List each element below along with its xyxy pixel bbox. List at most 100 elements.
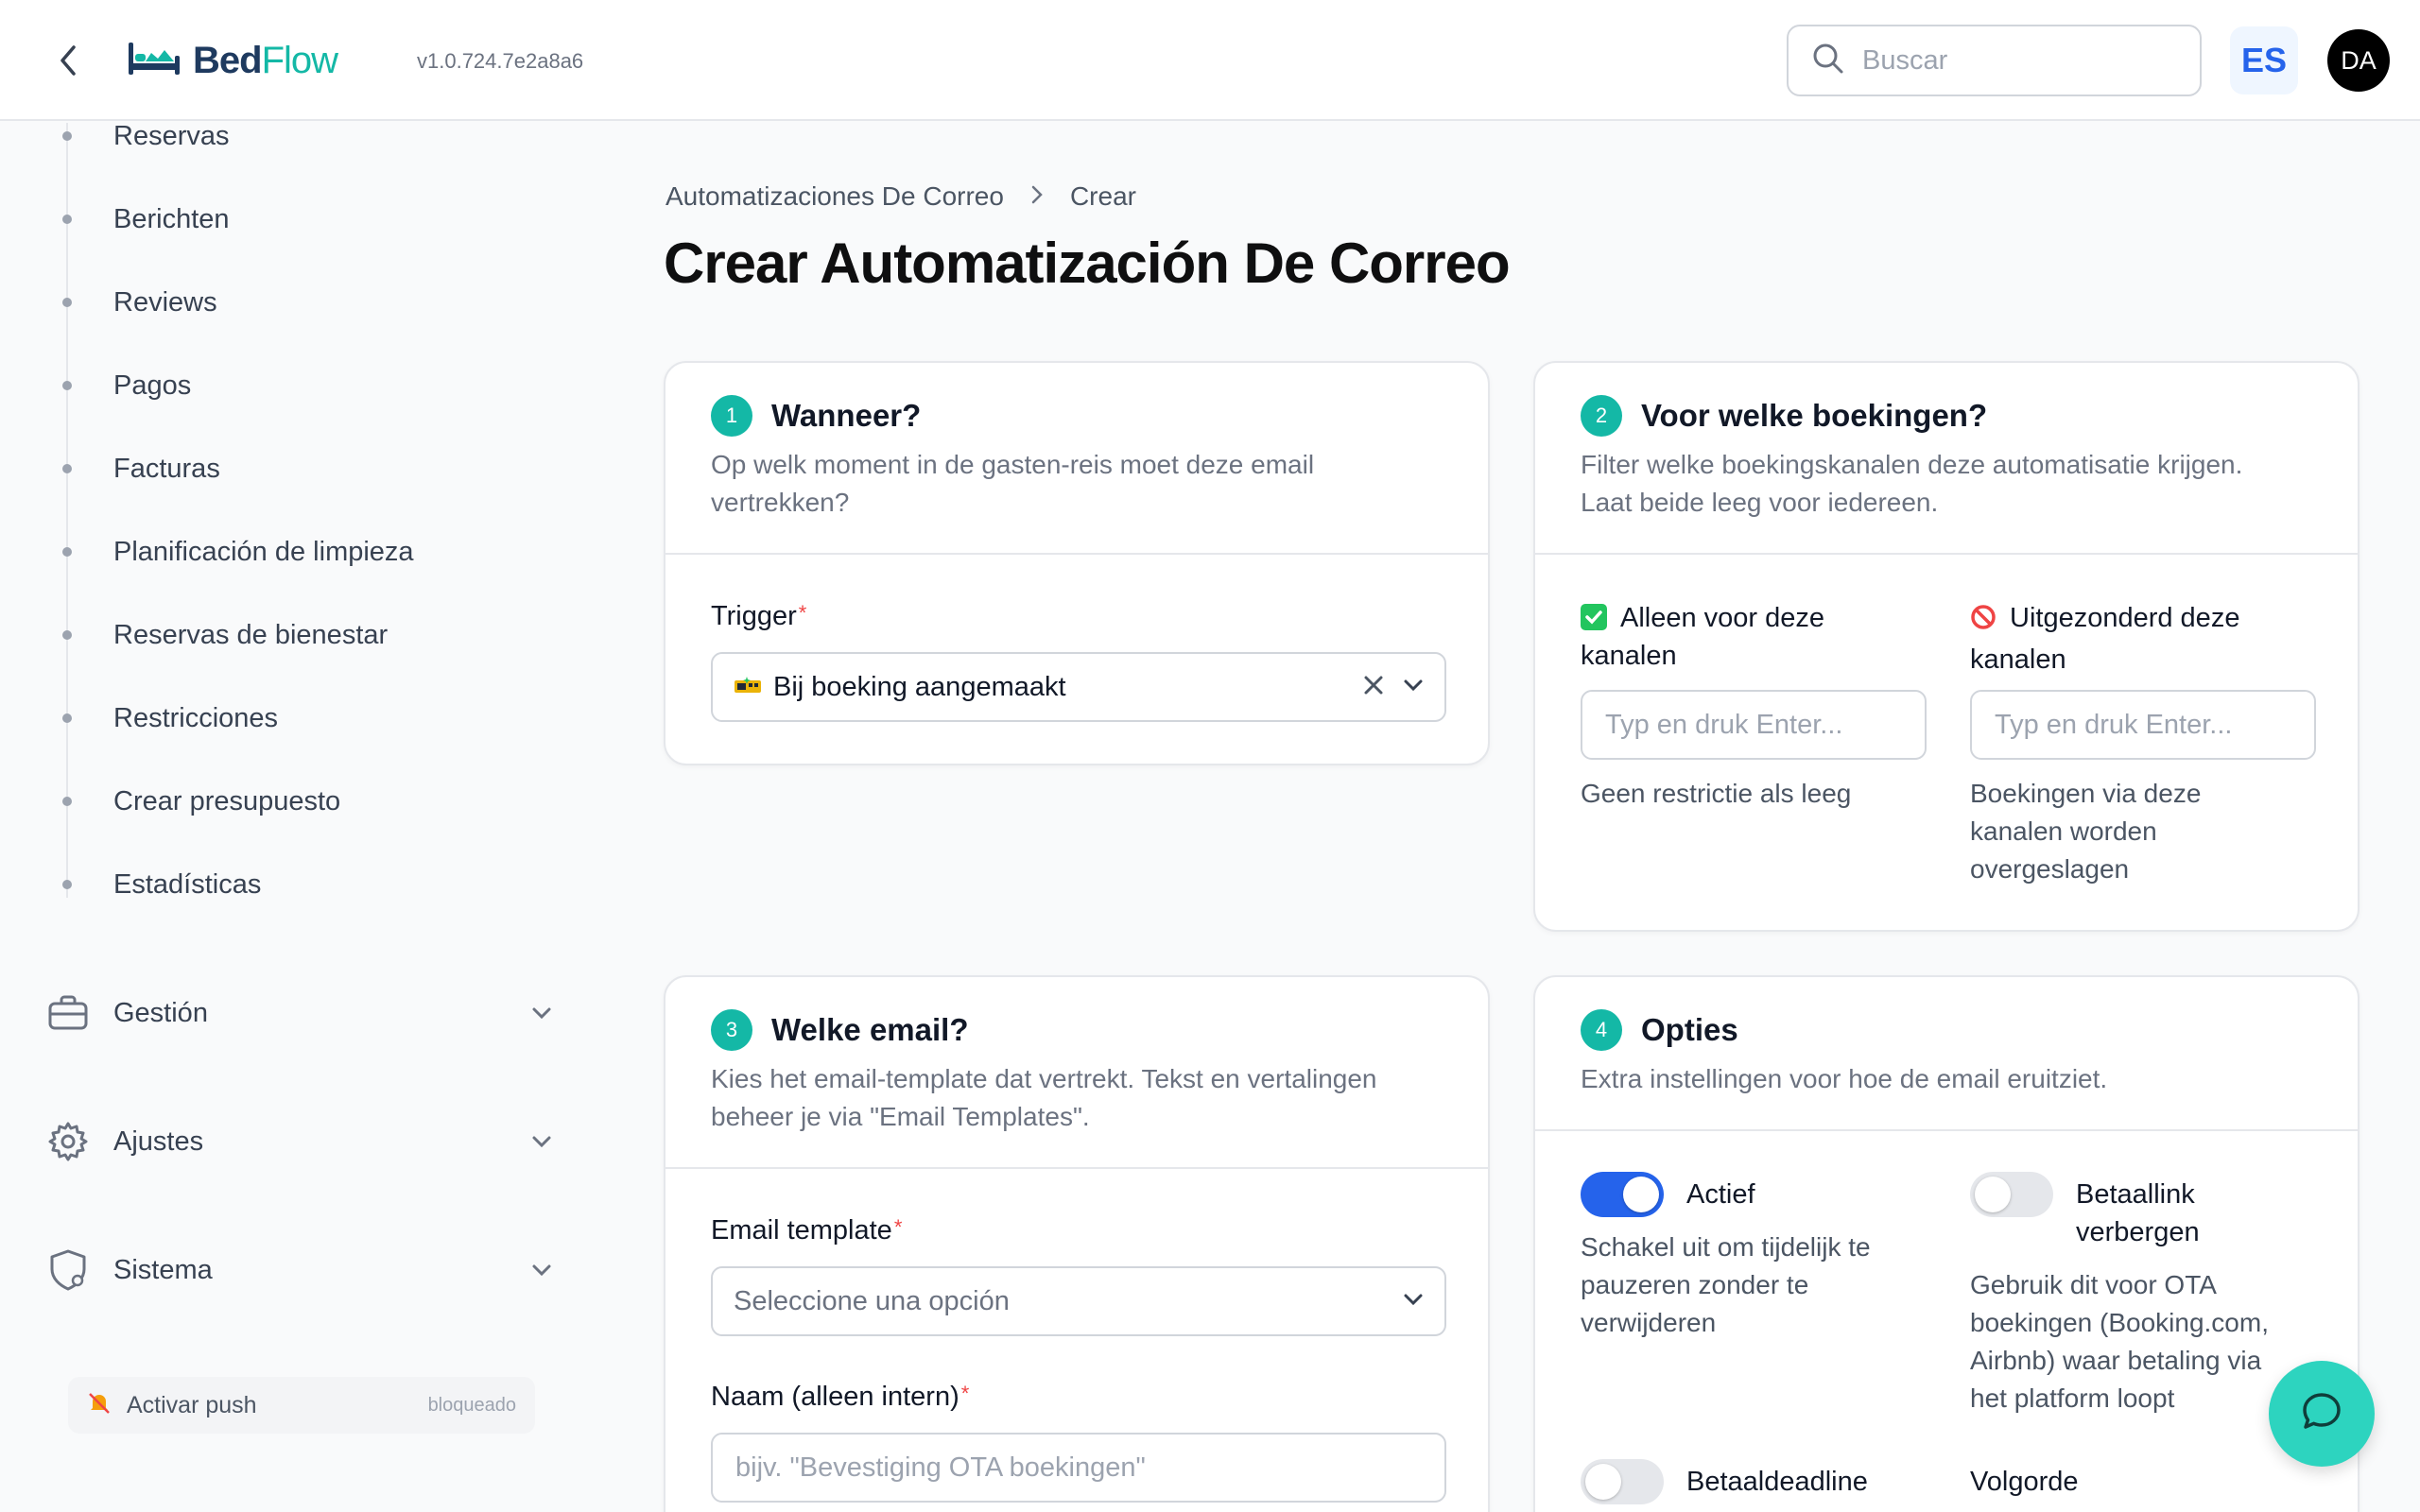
active-toggle[interactable] [1581,1172,1664,1217]
nav-bullet [62,630,72,640]
sidebar-item-limpieza[interactable]: Planificación de limpieza [113,531,414,573]
nav-bullet [62,880,72,889]
name-input[interactable] [711,1433,1446,1503]
email-template-label: Email template* [711,1215,903,1246]
hide-payment-link-label: Betaallink verbergen [2076,1179,2200,1247]
chevron-down-icon [527,999,556,1027]
step-badge: 3 [711,1009,752,1051]
chevron-down-icon [1403,1293,1424,1311]
top-bar: BedFlow v1.0.724.7e2a8a6 ES DA [0,0,2420,121]
sidebar-group-gestion[interactable]: Gestión [45,983,556,1043]
chevron-down-icon [1403,679,1424,696]
step-badge: 4 [1581,1009,1622,1051]
include-channels-help: Geen restrictie als leeg [1581,779,1852,808]
toggle-knob [1585,1464,1621,1500]
check-mark-icon [1581,604,1607,630]
exclude-channels-input[interactable] [1970,690,2316,760]
nav-bullet [62,464,72,473]
nav-bullet [62,797,72,806]
card-title: Opties [1641,1012,1738,1047]
user-avatar[interactable]: DA [2327,29,2390,92]
trigger-select[interactable]: Bij boeking aangemaakt [711,652,1446,722]
nav-tree-line [66,123,68,898]
toggle-knob [1623,1177,1659,1212]
nav-bullet [62,713,72,723]
card-subtitle: Filter welke boekingskanalen deze automa… [1581,450,2243,517]
sidebar-item-pagos[interactable]: Pagos [113,365,191,406]
include-channels-input[interactable] [1581,690,1927,760]
shield-gear-icon [45,1247,91,1293]
card-title: Voor welke boekingen? [1641,398,1988,433]
trigger-label: Trigger* [711,601,807,631]
nav-bullet [62,547,72,557]
breadcrumb: Automatizaciones De Correo Crear [666,181,1136,212]
sparkle-tag-icon [734,675,762,700]
divider [1535,1129,2358,1131]
nav-bullet [62,215,72,224]
sidebar-group-label: Ajustes [113,1125,204,1157]
sidebar-item-estadisticas[interactable]: Estadísticas [113,864,261,905]
push-notifications-toggle[interactable]: Activar push bloqueado [68,1377,535,1434]
bed-icon [127,39,182,83]
divider [666,1167,1488,1169]
sidebar-item-presupuesto[interactable]: Crear presupuesto [113,781,340,822]
hide-payment-link-toggle[interactable] [1970,1172,2053,1217]
sidebar-item-berichten[interactable]: Berichten [113,198,230,240]
nav-bullet [62,298,72,307]
email-template-select[interactable]: Seleccione una opción [711,1266,1446,1336]
app-logo[interactable]: BedFlow [127,34,338,87]
sidebar-item-reviews[interactable]: Reviews [113,282,217,323]
sidebar-item-facturas[interactable]: Facturas [113,448,220,490]
chevron-down-icon [527,1127,556,1156]
language-switcher[interactable]: ES [2230,26,2298,94]
nav-bullet [62,131,72,141]
card-title: Welke email? [771,1012,969,1047]
exclude-channels-label: Uitgezonderd deze kanalen [1970,603,2240,675]
page-title: Crear Automatización De Correo [664,232,1511,295]
sidebar-group-ajustes[interactable]: Ajustes [45,1111,556,1172]
card-email: 3 Welke email? Kies het email-template d… [664,975,1490,1512]
chat-button[interactable] [2269,1361,2375,1467]
card-title: Wanneer? [771,398,922,433]
step-badge: 2 [1581,395,1622,437]
logo-wordmark: BedFlow [193,39,338,81]
sidebar-group-label: Sistema [113,1254,213,1285]
back-arrow-icon[interactable] [49,42,87,79]
card-bookings: 2 Voor welke boekingen? Filter welke boe… [1533,361,2360,932]
card-when: 1 Wanneer? Op welk moment in de gasten-r… [664,361,1490,765]
breadcrumb-parent[interactable]: Automatizaciones De Correo [666,181,1004,212]
sidebar: Reservas Berichten Reviews Pagos Factura… [0,121,605,1512]
payment-deadline-label: Betaaldeadline [1686,1467,1868,1497]
prohibited-icon [1970,603,1996,641]
chevron-right-icon [1030,181,1044,212]
exclude-channels-help: Boekingen via deze kanalen worden overgesl… [1970,779,2202,884]
email-template-placeholder: Seleccione una opción [734,1285,1010,1316]
card-subtitle: Extra instellingen voor hoe de email eru… [1581,1064,2108,1093]
divider [666,553,1488,555]
sidebar-item-bienestar[interactable]: Reservas de bienestar [113,614,388,656]
active-label: Actief [1686,1179,1755,1210]
gear-icon [45,1119,91,1164]
include-channels-label: Alleen voor deze kanalen [1581,603,1825,671]
card-options: 4 Opties Extra instellingen voor hoe de … [1533,975,2360,1512]
search-icon [1811,42,1845,80]
card-subtitle: Op welk moment in de gasten-reis moet de… [711,450,1315,517]
search-input[interactable] [1862,44,2184,77]
sidebar-item-restricciones[interactable]: Restricciones [113,697,278,739]
sidebar-item-reservas[interactable]: Reservas [113,115,230,157]
payment-deadline-toggle[interactable] [1581,1459,1664,1504]
divider [1535,553,2358,555]
search-box[interactable] [1787,25,2202,96]
clear-icon[interactable] [1363,675,1384,700]
chevron-down-icon [527,1256,556,1284]
briefcase-icon [45,990,91,1036]
nav-bullet [62,381,72,390]
push-state: bloqueado [427,1394,516,1416]
sidebar-group-sistema[interactable]: Sistema [45,1240,556,1300]
push-label: Activar push [127,1391,257,1418]
bell-off-icon [87,1391,112,1420]
version-label: v1.0.724.7e2a8a6 [417,49,584,73]
card-subtitle: Kies het email-template dat vertrekt. Te… [711,1064,1377,1131]
order-label: Volgorde [1970,1467,2079,1497]
chat-bubble-icon [2299,1389,2344,1439]
